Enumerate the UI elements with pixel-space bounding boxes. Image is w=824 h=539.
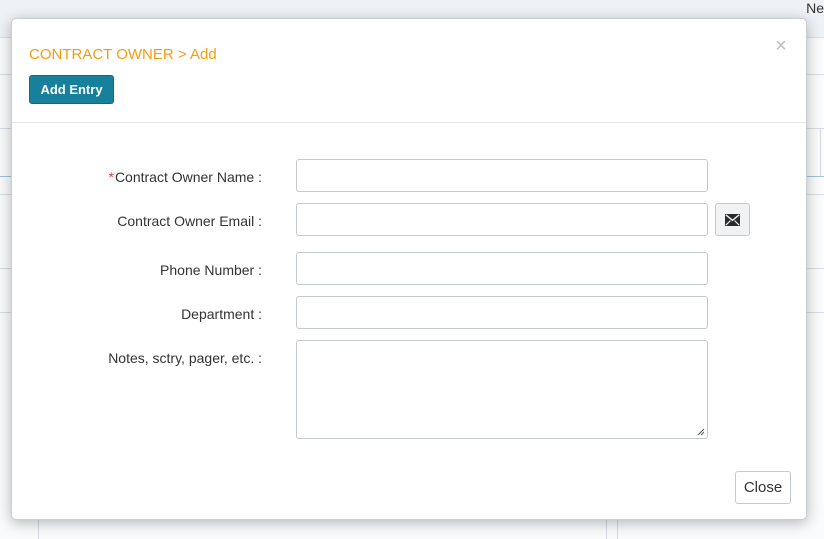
add-entry-button[interactable]: Add Entry — [29, 75, 114, 104]
phone-label: Phone Number : — [160, 262, 262, 278]
dialog-header: CONTRACT OWNER > Add × Add Entry — [12, 19, 806, 123]
owner-email-input[interactable] — [296, 203, 708, 236]
phone-input[interactable] — [296, 252, 708, 285]
notes-label: Notes, sctry, pager, etc. : — [108, 350, 262, 366]
department-input[interactable] — [296, 296, 708, 329]
background-divider — [820, 128, 821, 176]
owner-name-label-text: Contract Owner Name : — [114, 169, 262, 185]
close-button[interactable]: Close — [735, 471, 791, 504]
background-divider — [617, 520, 618, 539]
background-divider — [38, 520, 39, 539]
notes-textarea[interactable] — [296, 340, 708, 439]
envelope-icon — [725, 214, 740, 226]
owner-name-label: *Contract Owner Name : — [108, 169, 262, 186]
resize-grip-icon[interactable] — [697, 428, 705, 436]
required-marker: * — [108, 169, 114, 185]
department-label: Department : — [181, 306, 262, 322]
background-topbar-text: Ne — [806, 0, 824, 16]
close-icon[interactable]: × — [774, 36, 788, 56]
send-email-button[interactable] — [715, 203, 750, 236]
dialog-title: CONTRACT OWNER > Add — [29, 46, 217, 63]
contract-owner-add-dialog: CONTRACT OWNER > Add × Add Entry *Contra… — [11, 18, 807, 520]
background-divider — [606, 520, 607, 539]
owner-name-input[interactable] — [296, 159, 708, 192]
owner-email-label: Contract Owner Email : — [117, 213, 262, 229]
